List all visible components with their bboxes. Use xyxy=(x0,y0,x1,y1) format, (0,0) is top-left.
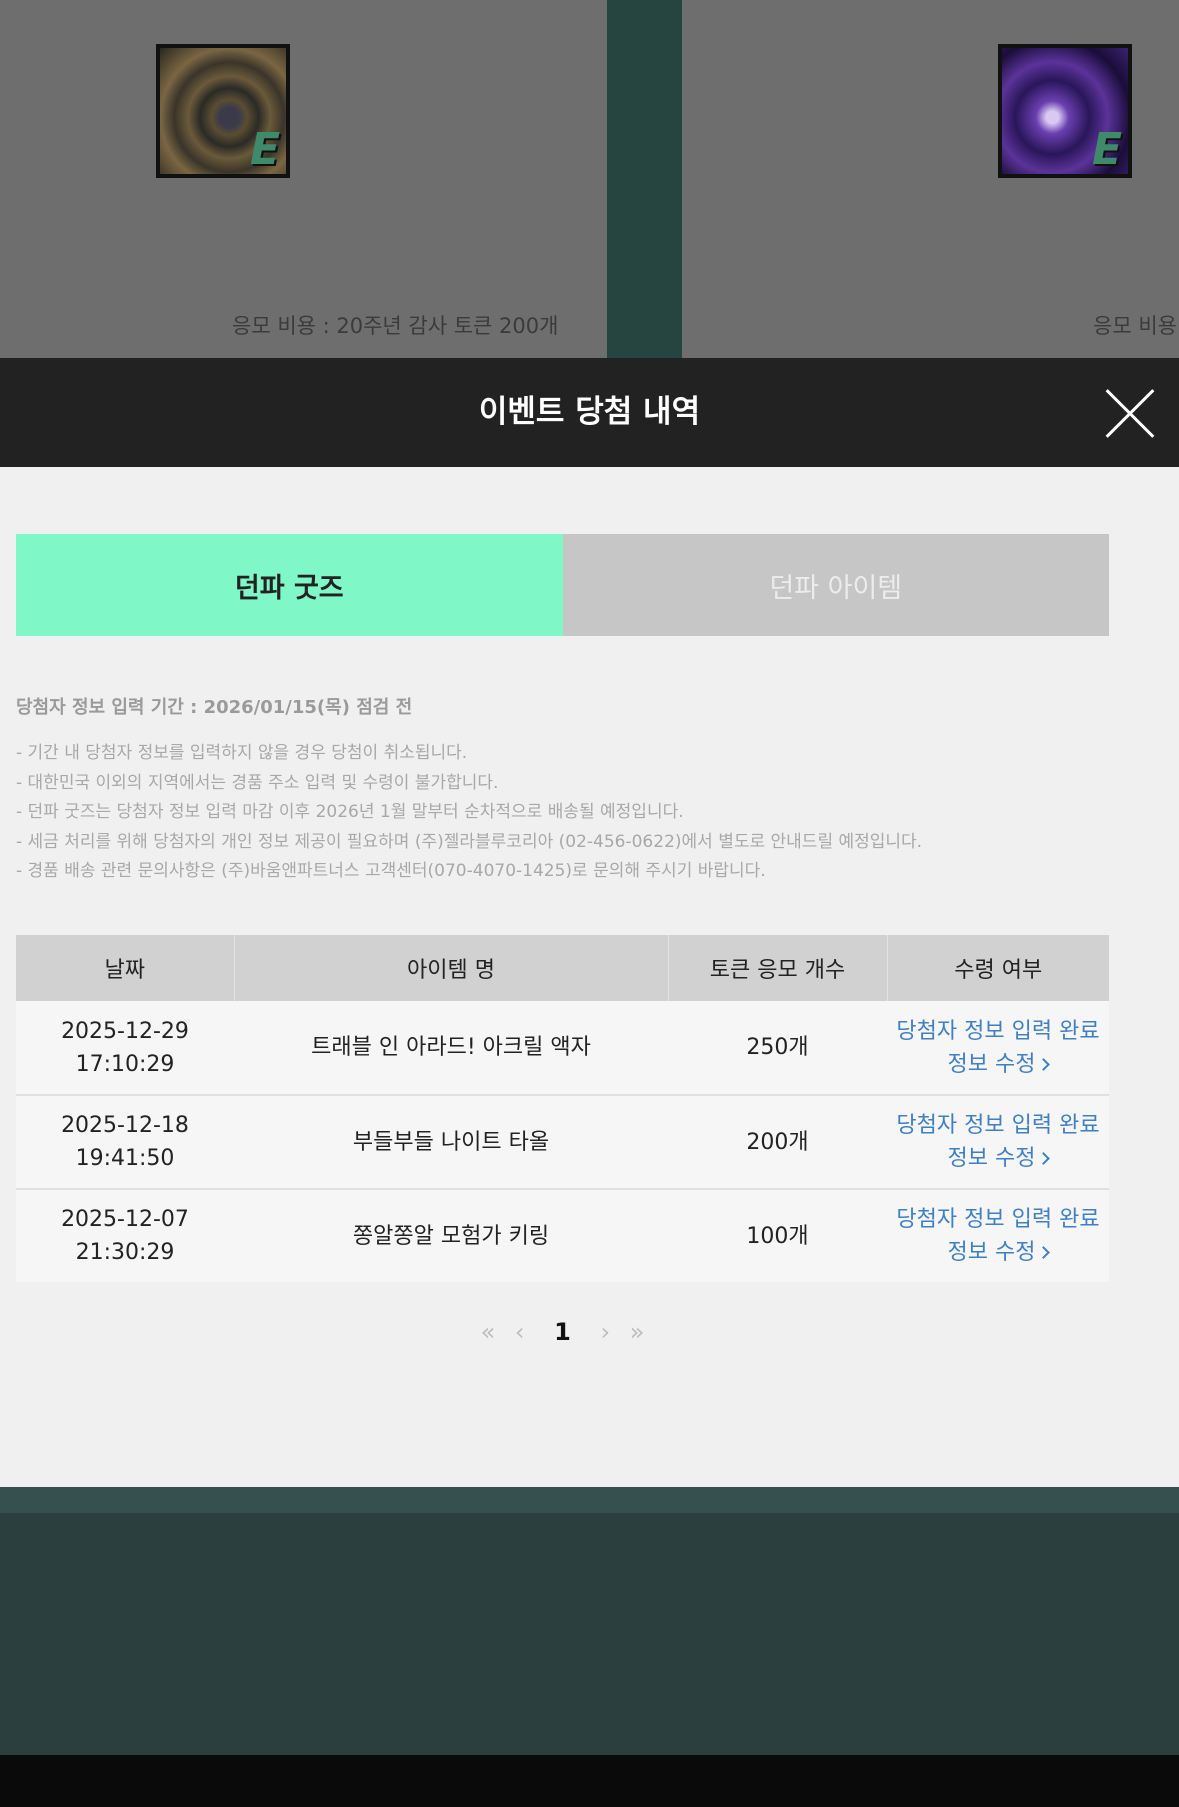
notice-line: - 경품 배송 관련 문의사항은 (주)바움앤파트너스 고객센터(070-407… xyxy=(16,861,766,882)
token-count-cell: 100개 xyxy=(746,1223,809,1249)
tab-bar: 던파 굿즈 던파 아이템 xyxy=(16,534,1109,636)
notice-title: 당첨자 정보 입력 기간 : 2026/01/15(목) 점검 전 xyxy=(16,697,413,718)
epic-badge: E xyxy=(249,124,280,175)
table-row: 2025-12-29 17:10:29 트래블 인 아라드! 아크릴 액자 250… xyxy=(16,1001,1109,1095)
token-count-cell: 200개 xyxy=(746,1129,809,1155)
last-page-icon[interactable]: » xyxy=(630,1318,645,1346)
modal-body: 던파 굿즈 던파 아이템 당첨자 정보 입력 기간 : 2026/01/15(목… xyxy=(0,467,1179,1487)
background-strip xyxy=(0,1487,1179,1513)
chevron-right-icon xyxy=(1037,1057,1051,1071)
notice-line: - 기간 내 당첨자 정보를 입력하지 않을 경우 당첨이 취소됩니다. xyxy=(16,743,468,763)
status-link[interactable]: 당첨자 정보 입력 완료 xyxy=(887,1015,1109,1048)
status-cell: 당첨자 정보 입력 완료 정보 수정 xyxy=(887,1189,1109,1282)
chevron-right-icon xyxy=(1037,1246,1051,1259)
table-header-row: 날짜 아이템 명 토큰 응모 개수 수령 여부 xyxy=(16,935,1109,1001)
modal-header: 이벤트 당첨 내역 xyxy=(0,358,1179,467)
first-page-icon[interactable]: « xyxy=(481,1318,496,1346)
status-link[interactable]: 당첨자 정보 입력 완료 xyxy=(887,1203,1109,1236)
page-number-current[interactable]: 1 xyxy=(554,1318,571,1346)
pagination: « ‹ 1 › » xyxy=(0,1318,1125,1346)
sword-item-icon: E xyxy=(156,44,290,178)
next-page-icon[interactable]: › xyxy=(600,1318,610,1346)
tab-dnf-goods[interactable]: 던파 굿즈 xyxy=(16,534,563,636)
orb-item-icon: E xyxy=(998,44,1132,178)
column-header-receipt-status: 수령 여부 xyxy=(954,958,1043,983)
prev-page-icon[interactable]: ‹ xyxy=(515,1318,525,1346)
winning-history-table: 날짜 아이템 명 토큰 응모 개수 수령 여부 2025-12-29 17:10:… xyxy=(16,935,1109,1282)
tab-dnf-items[interactable]: 던파 아이템 xyxy=(562,534,1109,636)
column-header-token-count: 토큰 응모 개수 xyxy=(668,935,888,1001)
background-page: E E 응모 비용 : 20주년 감사 토큰 200개 응모 비용 xyxy=(0,0,1179,358)
column-header-item-name: 아이템 명 xyxy=(234,935,669,1001)
entry-cost-text: 응모 비용 xyxy=(1093,314,1177,338)
status-cell: 당첨자 정보 입력 완료 정보 수정 xyxy=(887,1095,1109,1189)
table-row: 2025-12-18 19:41:50 부들부들 나이트 타올 200개 당첨자 … xyxy=(16,1095,1109,1189)
bottom-bar xyxy=(0,1755,1179,1807)
item-name-cell: 부들부들 나이트 타올 xyxy=(352,1129,550,1155)
edit-info-link[interactable]: 정보 수정 xyxy=(887,1048,1109,1081)
date-cell: 2025-12-18 19:41:50 xyxy=(61,1113,189,1171)
notice-section: 당첨자 정보 입력 기간 : 2026/01/15(목) 점검 전 - 기간 내… xyxy=(16,693,1116,887)
background-divider-band xyxy=(607,0,682,358)
date-cell: 2025-12-29 17:10:29 xyxy=(61,1018,189,1077)
notice-line: - 던파 굿즈는 당첨자 정보 입력 마감 이후 2026년 1월 말부터 순차… xyxy=(16,802,684,823)
table-row: 2025-12-07 21:30:29 쫑알쫑알 모험가 키링 100개 당첨자 … xyxy=(16,1189,1109,1282)
modal-title: 이벤트 당첨 내역 xyxy=(478,394,701,430)
edit-info-link[interactable]: 정보 수정 xyxy=(887,1142,1109,1175)
date-cell: 2025-12-07 21:30:29 xyxy=(61,1207,189,1265)
epic-badge: E xyxy=(1091,124,1122,175)
entry-cost-text: 응모 비용 : 20주년 감사 토큰 200개 xyxy=(232,314,559,338)
token-count-cell: 250개 xyxy=(746,1035,809,1060)
status-link[interactable]: 당첨자 정보 입력 완료 xyxy=(887,1109,1109,1142)
notice-line: - 대한민국 이외의 지역에서는 경품 주소 입력 및 수령이 불가합니다. xyxy=(16,772,499,793)
notice-line: - 세금 처리를 위해 당첨자의 개인 정보 제공이 필요하며 (주)젤라블루코… xyxy=(16,831,923,852)
item-name-cell: 쫑알쫑알 모험가 키링 xyxy=(352,1223,550,1249)
column-header-date: 날짜 xyxy=(16,935,235,1001)
edit-info-link[interactable]: 정보 수정 xyxy=(887,1236,1109,1269)
status-cell: 당첨자 정보 입력 완료 정보 수정 xyxy=(887,1001,1109,1095)
chevron-right-icon xyxy=(1037,1152,1051,1165)
item-name-cell: 트래블 인 아라드! 아크릴 액자 xyxy=(311,1035,591,1060)
close-icon[interactable] xyxy=(1105,388,1155,438)
